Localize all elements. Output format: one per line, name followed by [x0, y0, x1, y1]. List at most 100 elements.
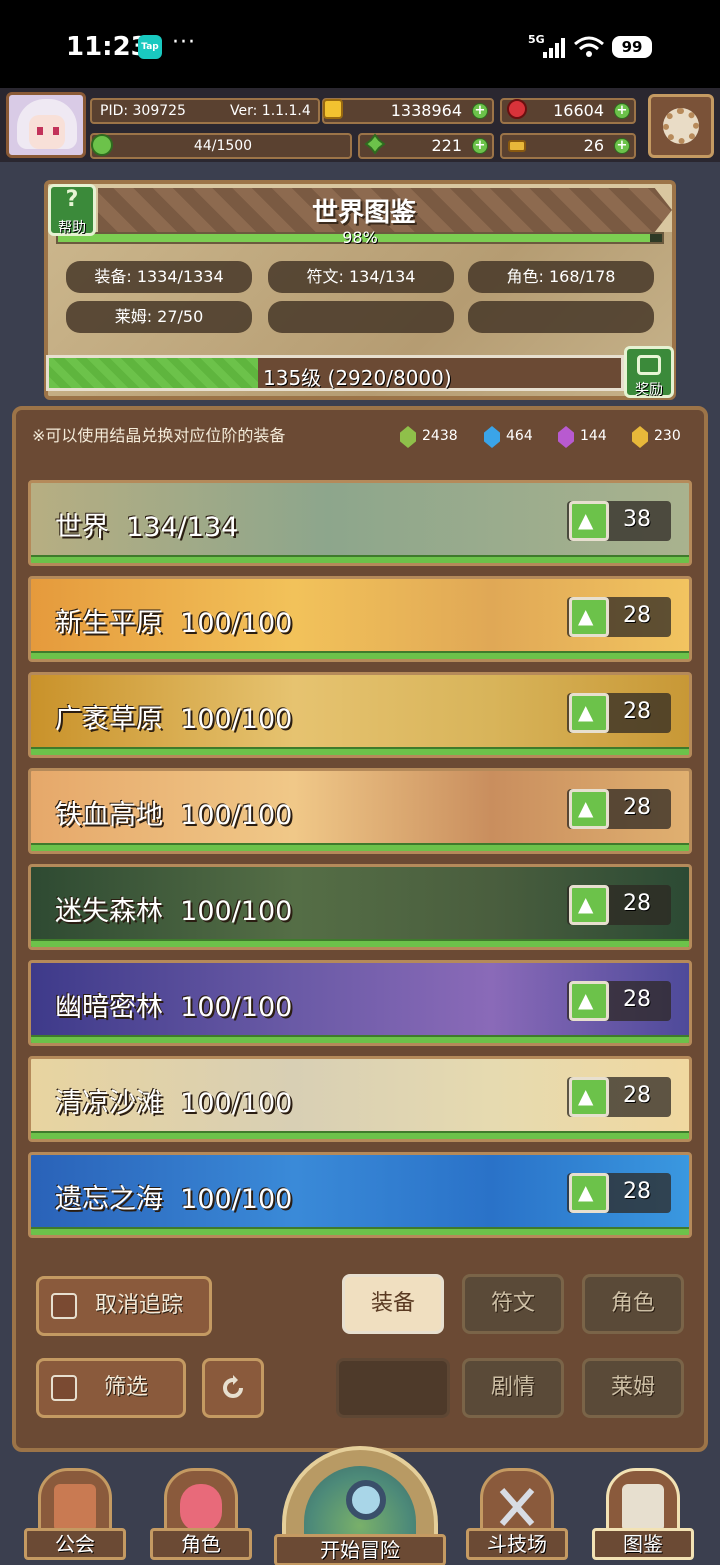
region-name: 清凉沙滩 100/100	[55, 1088, 293, 1119]
clover-counter: 221 +	[358, 133, 494, 159]
refresh-icon	[223, 1375, 243, 1398]
untrack-label: 取消追踪	[94, 1293, 183, 1318]
crystal-notice-text: ※可以使用结晶兑换对应位阶的装备	[32, 426, 286, 445]
stamina-bar: 44/1500	[90, 133, 352, 159]
region-row[interactable]: 清凉沙滩 100/100 ▲ 28	[28, 1056, 692, 1142]
untrack-button[interactable]: 取消追踪	[36, 1276, 212, 1336]
grass-strip	[31, 747, 689, 755]
tab-slimes[interactable]: 莱姆	[582, 1358, 684, 1418]
purple-crystal-icon	[558, 426, 574, 448]
thumbs-up-icon: ▲	[569, 885, 609, 925]
green-crystal-icon	[400, 426, 416, 448]
purple-crystal-count: 144	[580, 428, 607, 444]
like-button[interactable]: ▲ 38	[567, 501, 671, 541]
key-icon	[508, 140, 526, 152]
like-button[interactable]: ▲ 28	[567, 1173, 671, 1213]
gold-coin-icon	[323, 99, 343, 119]
ruby-icon	[507, 99, 527, 119]
thumbs-up-icon: ▲	[569, 1173, 609, 1213]
player-info-bar: PID: 309725 Ver: 1.1.1.4	[90, 98, 320, 124]
nav-start-adventure[interactable]: 开始冒险	[274, 1446, 446, 1565]
region-row[interactable]: 世界 134/134 ▲ 38	[28, 480, 692, 566]
guild-building-icon	[54, 1484, 96, 1532]
more-notifications-icon: ···	[172, 30, 196, 55]
add-key-button[interactable]: +	[614, 138, 630, 154]
thumbs-up-icon: ▲	[569, 597, 609, 637]
key-counter: 26 +	[500, 133, 636, 159]
grass-strip	[31, 651, 689, 659]
region-row[interactable]: 铁血高地 100/100 ▲ 28	[28, 768, 692, 854]
region-name: 遗忘之海 100/100	[55, 1184, 293, 1215]
codex-level-fill	[49, 358, 258, 388]
blue-crystal-icon	[484, 426, 500, 448]
ruby-counter: 16604 +	[500, 98, 636, 124]
like-button[interactable]: ▲ 28	[567, 789, 671, 829]
nav-guild[interactable]: 公会	[24, 1468, 126, 1565]
thumbs-up-icon: ▲	[569, 789, 609, 829]
filter-label: 筛选	[103, 1375, 148, 1400]
like-button[interactable]: ▲ 28	[567, 885, 671, 925]
thumbs-up-icon	[51, 1293, 77, 1319]
nav-codex-label: 图鉴	[592, 1528, 694, 1560]
like-count: 28	[623, 987, 651, 1012]
region-name: 铁血高地 100/100	[55, 800, 293, 831]
add-clover-button[interactable]: +	[472, 138, 488, 154]
tab-story[interactable]: 剧情	[462, 1358, 564, 1418]
avatar-eye	[37, 127, 43, 135]
tab-runes[interactable]: 符文	[462, 1274, 564, 1334]
add-ruby-button[interactable]: +	[614, 103, 630, 119]
ruby-value: 16604	[553, 101, 604, 120]
add-gold-button[interactable]: +	[472, 103, 488, 119]
region-row[interactable]: 广袤草原 100/100 ▲ 28	[28, 672, 692, 758]
refresh-reward-icon	[637, 355, 661, 375]
filter-button[interactable]: 筛选	[36, 1358, 186, 1418]
region-name: 广袤草原 100/100	[55, 704, 293, 735]
like-button[interactable]: ▲ 28	[567, 981, 671, 1021]
page-title: 世界图鉴	[311, 198, 416, 228]
reward-button[interactable]: 奖励	[624, 346, 674, 398]
grass-strip	[31, 1035, 689, 1043]
avatar-eye	[53, 127, 59, 135]
tab-characters[interactable]: 角色	[582, 1274, 684, 1334]
book-icon	[622, 1484, 664, 1532]
player-avatar[interactable]	[6, 92, 86, 158]
reset-filter-button[interactable]	[202, 1358, 264, 1418]
crossed-swords-icon	[499, 1488, 535, 1526]
signal-icon	[543, 38, 565, 58]
stat-runes: 符文: 134/134	[268, 261, 454, 293]
like-count: 28	[623, 1179, 651, 1204]
nav-character[interactable]: 角色	[150, 1468, 252, 1565]
region-row[interactable]: 遗忘之海 100/100 ▲ 28	[28, 1152, 692, 1238]
tab-equipment[interactable]: 装备	[342, 1274, 444, 1334]
like-button[interactable]: ▲ 28	[567, 1077, 671, 1117]
battery-indicator: 99	[612, 36, 652, 58]
nav-codex[interactable]: 图鉴	[592, 1468, 694, 1565]
region-row[interactable]: 幽暗密林 100/100 ▲ 28	[28, 960, 692, 1046]
like-count: 38	[623, 507, 651, 532]
stamina-value: 44/1500	[193, 138, 253, 154]
game-version: Ver: 1.1.1.4	[230, 103, 311, 119]
gold-value: 1338964	[390, 101, 462, 120]
codex-level-text: 135级 (2920/8000)	[263, 366, 452, 390]
status-bar: 11:23 Tap ··· 5G 99	[0, 0, 720, 88]
region-row[interactable]: 迷失森林 100/100 ▲ 28	[28, 864, 692, 950]
like-button[interactable]: ▲ 28	[567, 693, 671, 733]
like-count: 28	[623, 603, 651, 628]
gold-crystal-icon	[632, 426, 648, 448]
region-row[interactable]: 新生平原 100/100 ▲ 28	[28, 576, 692, 662]
completion-percent: 98%	[342, 228, 378, 247]
avatar-face	[29, 115, 65, 149]
crystal-notice-bar: ※可以使用结晶兑换对应位阶的装备 2438 464 144 230	[24, 418, 694, 454]
empty-tab-slot	[336, 1358, 450, 1418]
stat-slimes: 莱姆: 27/50	[66, 301, 252, 333]
region-name: 迷失森林 100/100	[55, 896, 293, 927]
like-button[interactable]: ▲ 28	[567, 597, 671, 637]
stat-empty-slot	[268, 301, 454, 333]
settings-button[interactable]	[648, 94, 714, 158]
nav-character-label: 角色	[150, 1528, 252, 1560]
like-count: 28	[623, 699, 651, 724]
nav-start-adventure-label: 开始冒险	[274, 1534, 446, 1565]
character-portrait-icon	[180, 1484, 222, 1532]
nav-arena[interactable]: 斗技场	[466, 1468, 568, 1565]
grid-filter-icon	[51, 1375, 77, 1401]
